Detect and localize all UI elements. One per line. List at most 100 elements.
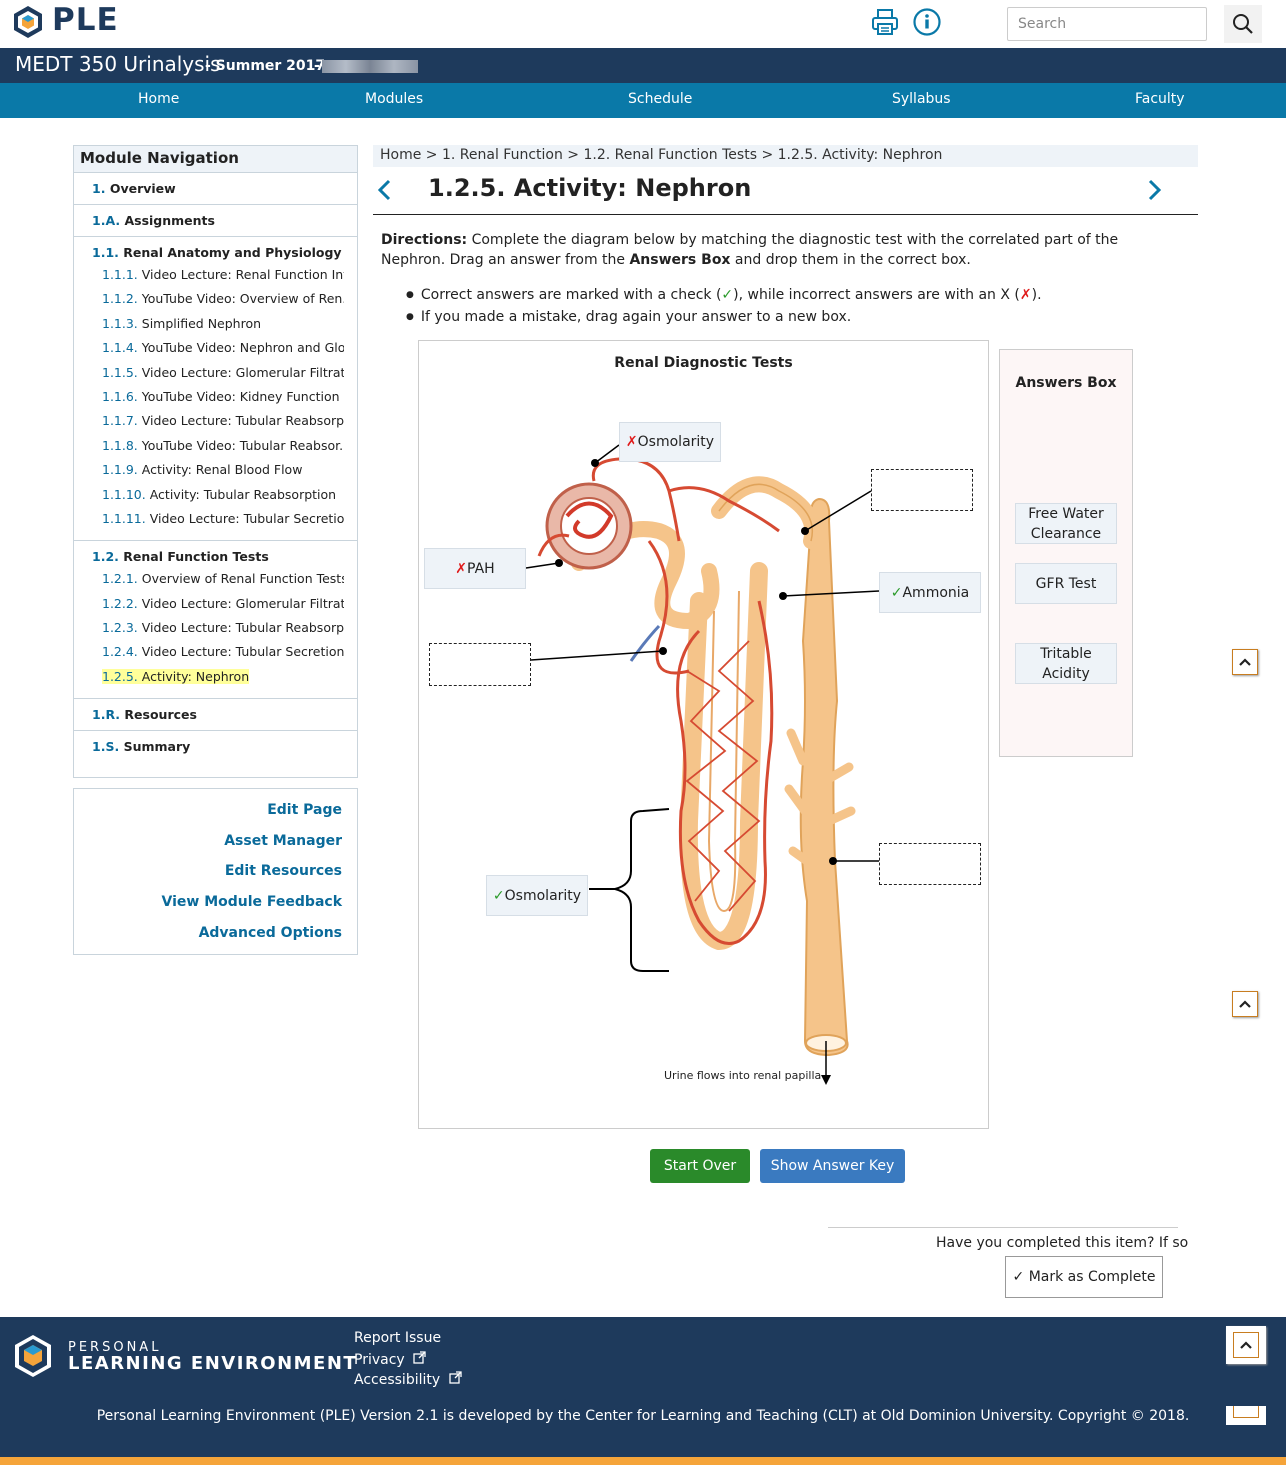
placed-answer-osmolarity-loop[interactable]: ✓ Osmolarity <box>486 875 588 916</box>
view-module-feedback-link[interactable]: View Module Feedback <box>162 894 342 910</box>
answer-free-water-clearance[interactable]: Free Water Clearance <box>1015 503 1117 544</box>
item-label: Video Lecture: Glomerular Filtrati... <box>141 364 344 380</box>
edit-resources-link[interactable]: Edit Resources <box>225 863 342 879</box>
course-term: - Summer 2017 <box>205 58 326 74</box>
search-icon <box>1233 14 1253 34</box>
edit-page-link[interactable]: Edit Page <box>267 802 342 818</box>
item-label: Assignments <box>124 213 215 228</box>
sidebar-subitem[interactable]: 1.1.10. Activity: Tubular Reabsorption <box>74 484 344 508</box>
redacted-instructor <box>322 60 418 73</box>
logo-text[interactable]: PLE <box>52 2 119 38</box>
sidebar-subitem[interactable]: 1.1.3. Simplified Nephron <box>74 313 344 337</box>
item-label: Overview of Renal Function Tests <box>141 571 344 587</box>
item-number: 1.R. <box>92 707 121 723</box>
drop-zone-afferent[interactable] <box>429 643 531 686</box>
search-button[interactable] <box>1224 5 1262 43</box>
item-number: 1.1.4. <box>102 340 138 356</box>
scroll-top-button[interactable] <box>1232 649 1258 675</box>
placed-answer-osmolarity-top[interactable]: ✗ Osmolarity <box>619 422 721 462</box>
info-icon[interactable] <box>912 7 942 37</box>
sidebar-subitem[interactable]: 1.1.7. Video Lecture: Tubular Reabsorpt.… <box>74 410 344 434</box>
breadcrumb[interactable]: Home > 1. Renal Function > 1.2. Renal Fu… <box>373 145 1198 167</box>
drop-zone-collecting-duct[interactable] <box>879 843 981 885</box>
item-label: Video Lecture: Tubular Reabsorpt... <box>141 413 344 429</box>
link-label: Privacy <box>354 1352 405 1368</box>
search-input[interactable] <box>1007 7 1207 41</box>
directions-label: Directions: <box>381 232 468 248</box>
module-navigation: Module Navigation 1. Overview 1.A. Assig… <box>73 145 358 778</box>
sidebar-subitem[interactable]: 1.1.5. Video Lecture: Glomerular Filtrat… <box>74 362 344 386</box>
item-label: Video Lecture: Renal Function Int... <box>141 267 344 282</box>
sidebar-item-summary[interactable]: 1.S. Summary <box>74 731 357 763</box>
sidebar-item-overview[interactable]: 1. Overview <box>74 173 357 205</box>
item-label: Activity: Tubular Reabsorption <box>149 486 337 502</box>
course-title: MEDT 350 Urinalysis <box>15 52 221 76</box>
sidebar-subitem[interactable]: 1.1.6. YouTube Video: Kidney Function <box>74 386 344 410</box>
next-page-chevron-icon[interactable] <box>1145 178 1163 202</box>
sidebar-item-renal-function-tests[interactable]: 1.2. Renal Function Tests <box>74 547 357 568</box>
nav-modules[interactable]: Modules <box>365 91 423 107</box>
report-issue-link[interactable]: Report Issue <box>354 1330 441 1346</box>
drop-zone-distal[interactable] <box>871 469 973 511</box>
course-separator: - <box>314 58 320 74</box>
sidebar-subitem[interactable]: 1.2.2. Video Lecture: Glomerular Filtrat… <box>74 593 344 617</box>
item-label: Video Lecture: Tubular Secretio... <box>149 510 344 526</box>
advanced-options-link[interactable]: Advanced Options <box>199 925 342 941</box>
answer-tritable-acidity[interactable]: Tritable Acidity <box>1015 643 1117 684</box>
item-number: 1.1.5. <box>102 364 138 380</box>
nav-home[interactable]: Home <box>138 91 179 107</box>
bullet-text: ), while incorrect answers are with an X… <box>733 287 1020 303</box>
show-answer-key-button[interactable]: Show Answer Key <box>760 1149 905 1183</box>
previous-page-chevron-icon[interactable] <box>376 178 394 202</box>
sidebar-subitem[interactable]: 1.1.8. YouTube Video: Tubular Reabsor... <box>74 435 344 459</box>
mark-as-complete-button[interactable]: ✓ Mark as Complete <box>1005 1256 1163 1298</box>
sidebar-subitem-current[interactable]: 1.2.5. Activity: Nephron <box>74 666 344 690</box>
item-label: Summary <box>123 739 191 755</box>
sidebar-item-assignments[interactable]: 1.A. Assignments <box>74 205 357 237</box>
answer-gfr-test[interactable]: GFR Test <box>1015 563 1117 604</box>
nav-schedule[interactable]: Schedule <box>628 91 692 107</box>
placed-answer-ammonia[interactable]: ✓ Ammonia <box>879 572 981 613</box>
item-number: 1.1. <box>92 245 119 260</box>
admin-links-panel: Edit Page Asset Manager Edit Resources V… <box>73 788 358 955</box>
scroll-top-button[interactable] <box>1232 991 1258 1017</box>
nav-faculty[interactable]: Faculty <box>1135 91 1185 107</box>
item-label: Activity: Nephron <box>141 668 250 684</box>
ple-footer-logo-icon <box>15 1335 51 1377</box>
sidebar-subitem[interactable]: 1.1.1. Video Lecture: Renal Function Int… <box>74 264 344 288</box>
bullet-marking: Correct answers are marked with a check … <box>406 285 1042 307</box>
item-label: Overview <box>109 181 176 196</box>
footer-scroll-top-button[interactable] <box>1226 1326 1266 1364</box>
item-number: 1.S. <box>92 739 120 755</box>
placed-answer-pah[interactable]: ✗ PAH <box>424 548 526 589</box>
privacy-link[interactable]: Privacy <box>354 1351 426 1368</box>
sidebar-subitem[interactable]: 1.1.11. Video Lecture: Tubular Secretio.… <box>74 508 344 532</box>
sidebar-item-renal-anatomy[interactable]: 1.1. Renal Anatomy and Physiology <box>74 243 357 264</box>
cross-mark-icon: ✗ <box>1019 287 1032 303</box>
footer-scroll-button-partial[interactable] <box>1226 1406 1266 1425</box>
print-icon[interactable] <box>870 8 900 36</box>
directions-answers-box: Answers Box <box>629 252 731 268</box>
item-number: 1.1.11. <box>102 510 146 526</box>
item-number: 1.2.1. <box>102 571 138 587</box>
asset-manager-link[interactable]: Asset Manager <box>224 833 342 849</box>
sidebar-subitem[interactable]: 1.1.4. YouTube Video: Nephron and Glo... <box>74 337 344 361</box>
completion-divider <box>828 1227 1178 1228</box>
footer <box>0 1317 1286 1457</box>
sidebar-subitem[interactable]: 1.2.3. Video Lecture: Tubular Reabsorpt.… <box>74 617 344 641</box>
accessibility-link[interactable]: Accessibility <box>354 1371 462 1388</box>
start-over-button[interactable]: Start Over <box>650 1149 750 1183</box>
directions-body-2: and drop them in the correct box. <box>730 252 971 268</box>
external-link-icon <box>448 1371 462 1384</box>
sidebar-item-resources[interactable]: 1.R. Resources <box>74 699 357 732</box>
diagram-caption: Urine flows into renal papilla <box>664 1069 822 1082</box>
nav-syllabus[interactable]: Syllabus <box>892 91 951 107</box>
sidebar-subitem[interactable]: 1.2.4. Video Lecture: Tubular Secretion … <box>74 641 344 665</box>
sidebar-subitem[interactable]: 1.1.2. YouTube Video: Overview of Ren... <box>74 288 344 312</box>
sidebar-subitem[interactable]: 1.1.9. Activity: Renal Blood Flow <box>74 459 344 483</box>
tile-label: PAH <box>467 560 495 577</box>
sidebar-subitem[interactable]: 1.2.1. Overview of Renal Function Tests <box>74 568 344 592</box>
answers-box-title: Answers Box <box>1015 375 1117 391</box>
ple-logo-icon <box>14 6 42 38</box>
bullet-text: Correct answers are marked with a check … <box>420 287 722 303</box>
